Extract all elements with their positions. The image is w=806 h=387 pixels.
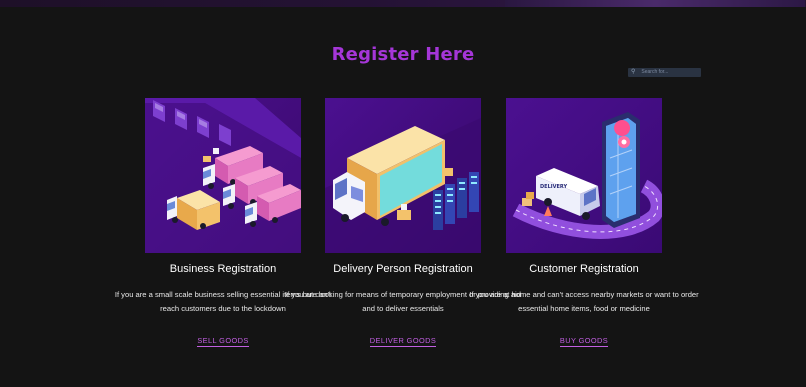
card-delivery-person-registration: Delivery Person Registration If you are … <box>285 98 521 347</box>
delivery-trucks-warehouse-icon <box>145 98 301 253</box>
buy-goods-link[interactable]: BUY GOODS <box>466 336 702 347</box>
card-heading: Customer Registration <box>529 263 639 275</box>
top-banner-strip <box>0 0 806 7</box>
top-banner-highlight <box>505 0 805 7</box>
card-customer-registration: DELIVERY Customer Registration If you ar… <box>469 98 699 347</box>
van-label: DELIVERY <box>540 184 567 190</box>
search-placeholder: Search for... <box>641 69 669 75</box>
search-icon: ⚲ <box>631 69 636 75</box>
van-phone-map-icon: DELIVERY <box>506 98 662 253</box>
page-title: Register Here <box>331 44 475 65</box>
card-description: If you are at home and can't access near… <box>469 290 699 313</box>
search-input[interactable]: ⚲ Search for... <box>628 68 701 77</box>
cargo-truck-loading-icon <box>325 98 481 253</box>
card-business-registration: Business Registration If you are a small… <box>115 98 331 347</box>
